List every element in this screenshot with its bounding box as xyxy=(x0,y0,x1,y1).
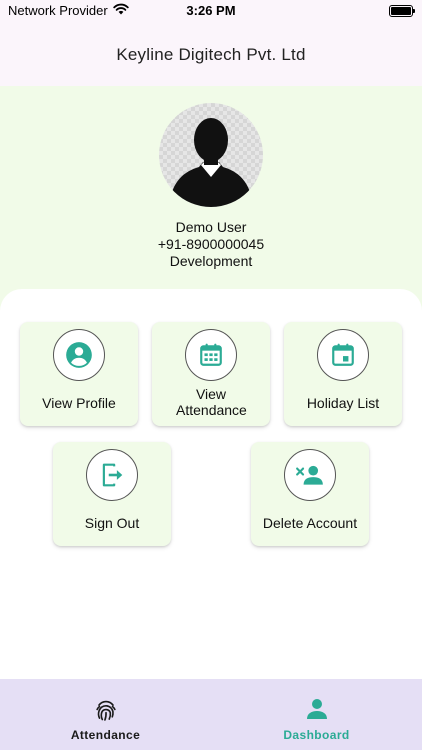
person-icon xyxy=(211,697,422,721)
account-circle-icon xyxy=(53,329,105,381)
user-info: Demo User +91-8900000045 Development xyxy=(0,219,422,270)
tab-dashboard-label: Dashboard xyxy=(283,728,350,742)
holiday-list-label: Holiday List xyxy=(306,395,380,411)
delete-account-button[interactable]: Delete Account xyxy=(251,442,369,546)
sign-out-button[interactable]: Sign Out xyxy=(53,442,171,546)
user-phone: +91-8900000045 xyxy=(157,236,265,252)
view-attendance-button[interactable]: View Attendance xyxy=(152,322,270,426)
exit-icon xyxy=(86,449,138,501)
calendar-grid-icon xyxy=(185,329,237,381)
main-panel: View Profile View Attendance Holiday Lis… xyxy=(0,289,422,679)
user-name: Demo User xyxy=(175,219,247,235)
user-silhouette-icon xyxy=(169,118,253,207)
view-attendance-label: View Attendance xyxy=(176,386,247,418)
view-profile-label: View Profile xyxy=(42,395,116,411)
delete-account-label: Delete Account xyxy=(262,515,358,531)
page-title: Keyline Digitech Pvt. Ltd xyxy=(116,45,306,64)
tab-dashboard[interactable]: Dashboard xyxy=(211,679,422,750)
bottom-nav: Attendance Dashboard xyxy=(0,679,422,750)
app-header: Keyline Digitech Pvt. Ltd xyxy=(0,24,422,86)
user-department: Development xyxy=(169,253,253,269)
calendar-event-icon xyxy=(317,329,369,381)
holiday-list-button[interactable]: Holiday List xyxy=(284,322,402,426)
battery-icon xyxy=(389,5,415,17)
remove-user-icon xyxy=(284,449,336,501)
avatar xyxy=(159,103,263,207)
tab-attendance-label: Attendance xyxy=(70,728,141,742)
sign-out-label: Sign Out xyxy=(84,515,140,531)
status-bar: Network Provider 3:26 PM xyxy=(0,0,422,24)
profile-section: Demo User +91-8900000045 Development xyxy=(0,86,422,316)
status-time: 3:26 PM xyxy=(186,3,236,18)
view-profile-button[interactable]: View Profile xyxy=(20,322,138,426)
fingerprint-icon xyxy=(0,697,211,723)
tab-attendance[interactable]: Attendance xyxy=(0,679,211,750)
